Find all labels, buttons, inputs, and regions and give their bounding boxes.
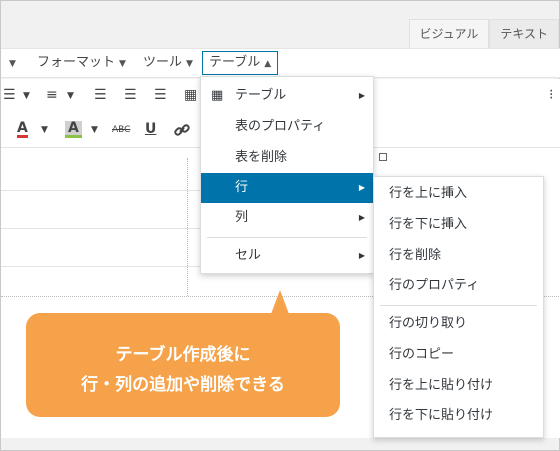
- chevron-up-icon: ▲: [264, 59, 272, 69]
- chevron-down-icon[interactable]: ▼: [67, 91, 74, 101]
- menubar: ▼ フォーマット ▼ ツール ▼ テーブル ▲: [1, 48, 560, 78]
- menu-item-label: 表を削除: [235, 150, 288, 165]
- callout-pointer: [271, 290, 289, 314]
- menu-format-label: フォーマット: [37, 55, 116, 70]
- menu-format[interactable]: フォーマット ▼: [37, 49, 126, 77]
- more-icon[interactable]: ⁝: [549, 87, 553, 103]
- menu-table-label: テーブル: [209, 55, 261, 70]
- annotation-callout: テーブル作成後に 行・列の追加や削除できる: [26, 313, 340, 417]
- table-dropdown: ▦ テーブル ▶ 表のプロパティ 表を削除 行 ▶ 列 ▶ セル ▶: [200, 76, 374, 274]
- menu-item-paste-row-above[interactable]: 行を上に貼り付け: [374, 371, 543, 401]
- align-center-icon[interactable]: ☰: [124, 87, 137, 103]
- callout-line-2: 行・列の追加や削除できる: [81, 375, 285, 395]
- table-row-line: [1, 190, 201, 191]
- tab-visual[interactable]: ビジュアル: [408, 19, 490, 48]
- background-color-icon[interactable]: A: [65, 121, 82, 138]
- menu-item-label: 行を削除: [389, 248, 442, 263]
- align-left-icon[interactable]: ☰: [94, 87, 107, 103]
- menu-item-table-properties[interactable]: 表のプロパティ: [201, 112, 373, 142]
- table-icon: ▦: [211, 88, 224, 103]
- menu-item-label: 列: [235, 210, 249, 225]
- menu-item-label: 行のコピー: [389, 347, 455, 362]
- callout-line-1: テーブル作成後に: [115, 345, 251, 365]
- resize-handle[interactable]: [379, 153, 387, 161]
- chevron-down-icon: ▼: [186, 59, 193, 69]
- menu-tools[interactable]: ツール ▼: [143, 49, 193, 77]
- menu-item-label: 行のプロパティ: [389, 278, 480, 293]
- menu-item-label: 表のプロパティ: [235, 119, 326, 134]
- chevron-down-icon[interactable]: ▼: [41, 125, 48, 135]
- menu-item-insert-row-below[interactable]: 行を下に挿入: [374, 210, 543, 240]
- menu-item-row-properties[interactable]: 行のプロパティ: [374, 271, 543, 301]
- menu-item-label: 行の切り取り: [389, 316, 468, 331]
- row-submenu: 行を上に挿入 行を下に挿入 行を削除 行のプロパティ 行の切り取り 行のコピー …: [373, 176, 544, 438]
- link-icon[interactable]: [173, 121, 191, 143]
- menu-table[interactable]: テーブル ▲: [202, 51, 279, 75]
- table-border: [187, 158, 188, 296]
- menu-item-label: 行を下に貼り付け: [389, 408, 494, 423]
- tab-text[interactable]: テキスト: [489, 19, 559, 48]
- chevron-right-icon: ▶: [358, 183, 365, 192]
- menu-divider: [380, 305, 537, 306]
- menu-item-cut-row[interactable]: 行の切り取り: [374, 309, 543, 339]
- menu-item-label: 行を上に挿入: [389, 186, 468, 201]
- chevron-right-icon: ▶: [358, 91, 365, 100]
- menu-item-label: 行を下に挿入: [389, 217, 468, 232]
- chevron-right-icon: ▶: [358, 251, 365, 260]
- underline-icon[interactable]: U: [145, 121, 156, 137]
- align-right-icon[interactable]: ☰: [154, 87, 167, 103]
- menu-item-paste-row-below[interactable]: 行を下に貼り付け: [374, 401, 543, 431]
- menu-item-label: テーブル: [235, 88, 287, 103]
- text-color-icon[interactable]: A: [17, 121, 28, 138]
- menu-item-table[interactable]: ▦ テーブル ▶: [201, 81, 373, 111]
- menu-tools-label: ツール: [143, 55, 183, 70]
- chevron-down-icon[interactable]: ▼: [23, 91, 30, 101]
- numbered-list-icon[interactable]: ≡: [46, 87, 58, 103]
- menu-item-delete-table[interactable]: 表を削除: [201, 143, 373, 173]
- menu-item-row[interactable]: 行 ▶: [201, 173, 373, 203]
- strikethrough-icon[interactable]: ABC: [112, 125, 130, 135]
- chevron-down-icon[interactable]: ▼: [91, 125, 98, 135]
- menu-item-copy-row[interactable]: 行のコピー: [374, 340, 543, 370]
- menu-divider: [207, 237, 367, 238]
- menu-item-delete-row[interactable]: 行を削除: [374, 241, 543, 271]
- menu-item-label: 行を上に貼り付け: [389, 378, 494, 393]
- menu-item-cell[interactable]: セル ▶: [201, 241, 373, 271]
- table-row-line: [1, 228, 201, 229]
- table-icon[interactable]: ▦: [184, 87, 197, 103]
- menu-item-label: セル: [235, 248, 262, 263]
- menu-item-label: 行: [235, 180, 249, 195]
- menu-prev-caret[interactable]: ▼: [5, 49, 16, 77]
- chevron-down-icon: ▼: [9, 59, 16, 69]
- editor-tabs: ビジュアル テキスト: [408, 19, 559, 48]
- menu-item-column[interactable]: 列 ▶: [201, 203, 373, 233]
- menu-item-insert-row-above[interactable]: 行を上に挿入: [374, 179, 543, 209]
- bullet-list-icon[interactable]: ☰: [3, 87, 16, 103]
- table-row-line: [1, 266, 201, 267]
- chevron-down-icon: ▼: [119, 59, 126, 69]
- chevron-right-icon: ▶: [358, 213, 365, 222]
